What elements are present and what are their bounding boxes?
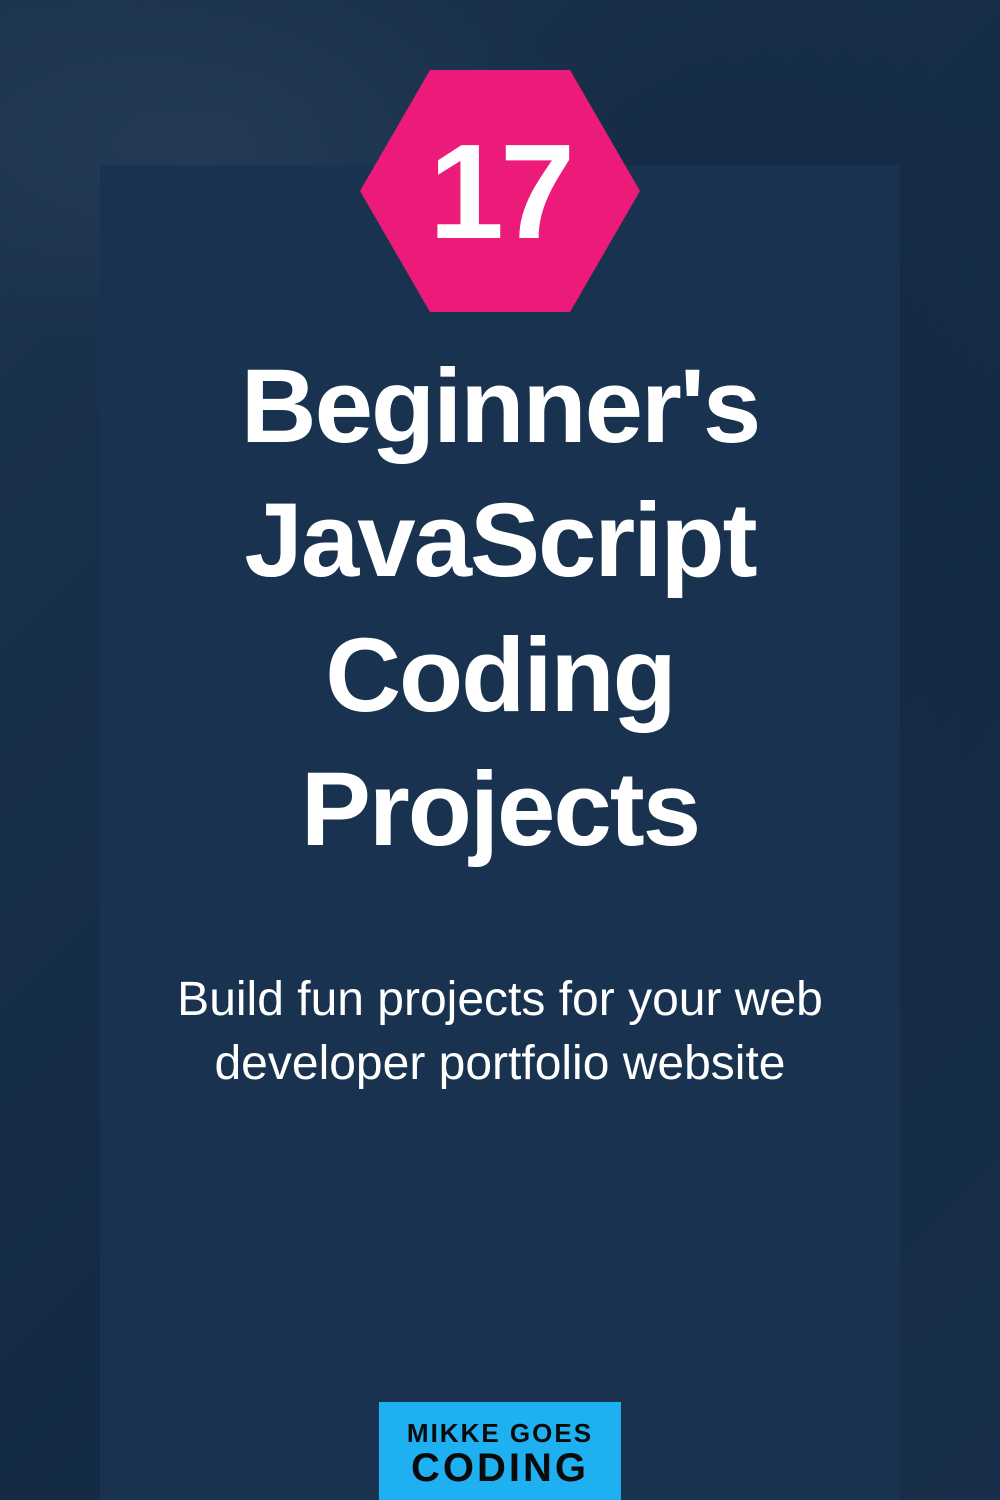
badge-number: 17 (429, 114, 571, 269)
logo-text-line1: MIKKE GOES (407, 1420, 593, 1446)
main-title: Beginner's JavaScript Coding Projects (100, 340, 900, 878)
subtitle: Build fun projects for your web develope… (100, 968, 900, 1098)
content-card: Beginner's JavaScript Coding Projects Bu… (100, 165, 900, 1500)
logo-text-line2: CODING (407, 1448, 593, 1488)
brand-logo-badge: MIKKE GOES CODING (379, 1402, 621, 1500)
